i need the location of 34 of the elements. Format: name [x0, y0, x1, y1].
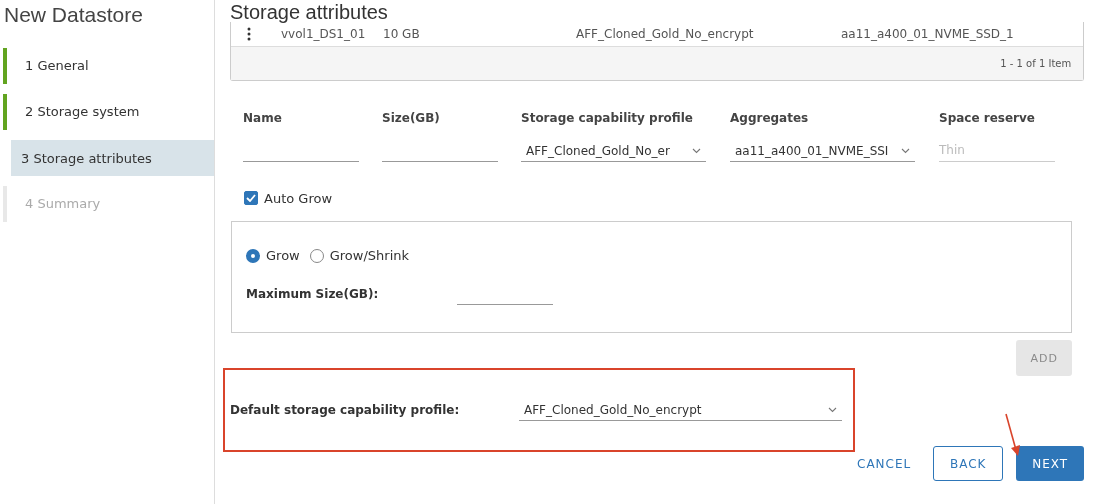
field-label: Space reserve	[939, 111, 1036, 127]
radio-label: Grow	[266, 248, 300, 263]
chevron-down-icon	[828, 406, 837, 413]
table-cell-text: AFF_Cloned_Gold_No_encrypt	[576, 27, 755, 41]
next-button[interactable]: NEXT	[1016, 446, 1085, 481]
checkbox-label: Auto Grow	[264, 190, 333, 206]
field-label: Maximum Size(GB):	[246, 287, 380, 301]
wizard-step[interactable]: 3 Storage attributes	[11, 140, 214, 176]
field-label: Size(GB)	[382, 111, 441, 127]
pagination-text: 1 - 1 of 1 Item	[1000, 58, 1072, 69]
field-label: Default storage capability profile:	[230, 403, 461, 417]
input-field: Thin	[939, 140, 1055, 162]
wizard-step[interactable]: 2 Storage system	[3, 94, 214, 130]
field-label: Storage capability profile	[521, 111, 694, 127]
radio-label: Grow/Shrink	[329, 248, 410, 263]
wizard-title: New Datastore	[3, 2, 144, 28]
wizard-step[interactable]: 1 General	[3, 48, 214, 84]
kebab-menu-icon[interactable]	[247, 27, 251, 41]
select-field[interactable]: AFF_Cloned_Gold_No_encrypt	[519, 399, 842, 421]
radio-button[interactable]	[246, 248, 260, 263]
chevron-down-icon	[901, 147, 910, 154]
select-field[interactable]: aa11_a400_01_NVME_SSI	[730, 140, 915, 162]
annotation-arrow	[1003, 412, 1023, 458]
cancel-button[interactable]: CANCEL	[855, 446, 914, 481]
table-cell-text: 10 GB	[383, 27, 421, 41]
page-title: Storage attributes	[230, 0, 389, 25]
table-cell-text: vvol1_DS1_01	[281, 27, 367, 41]
field-label: Aggregates	[730, 111, 810, 127]
select-field[interactable]: AFF_Cloned_Gold_No_er	[521, 140, 706, 162]
chevron-down-icon	[692, 147, 701, 154]
field-label: Name	[243, 111, 283, 127]
back-button[interactable]: BACK	[933, 446, 1004, 481]
checkbox[interactable]	[244, 191, 258, 205]
table-cell: aa11_a400_01_NVME_SSD_1	[841, 27, 1014, 41]
